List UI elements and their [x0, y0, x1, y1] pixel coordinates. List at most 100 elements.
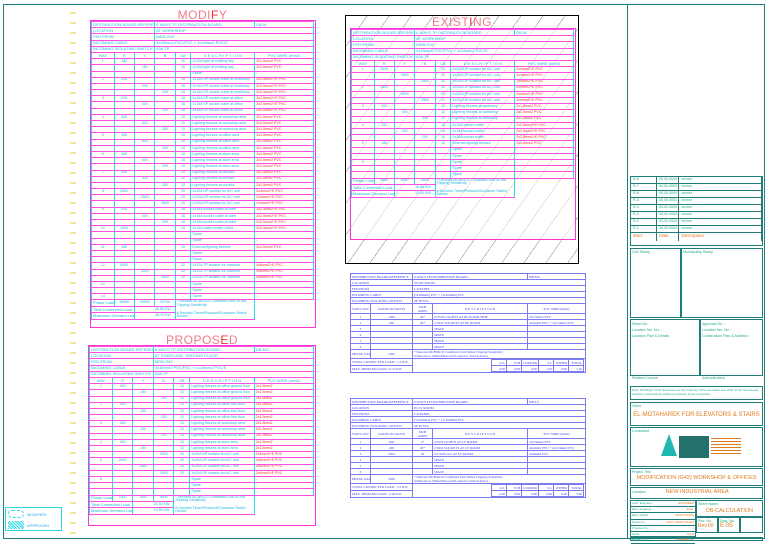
maxd-label: MAX. DEMAND LOAD	[352, 492, 387, 496]
rev-cell: xxxxxx	[679, 226, 762, 232]
rev-cell: R-2	[631, 219, 658, 225]
summary-value: 2.50	[491, 490, 508, 497]
load-summary-table: A/C W.H COOKER S.L OTHER TOTAL 2.50 0.00 0.00 0.6…	[491, 484, 584, 497]
legend-modified: MODIFIED	[27, 512, 47, 517]
revision-row: R-4 00.00.0000 xxxxxx	[631, 205, 762, 212]
notes: * Denotes MCB/RCD Combined Unit 30mA Tri…	[412, 349, 586, 359]
maxd-cell: MAX. DEMAND LOAD : 0.72 KW	[349, 365, 414, 373]
project-title: MODIFICATION (G42) WORKSHOP & OFFICES	[636, 475, 757, 481]
rev-cell: R-6	[631, 191, 658, 197]
summary-value: 0.00	[521, 490, 539, 497]
rev-cell: R-4	[631, 205, 658, 211]
rev-cell: R-5	[631, 198, 658, 204]
rev-cell: xxxxxx	[679, 205, 762, 211]
column-header: WAYS CKT	[350, 428, 371, 439]
civil-stamp-box: Civil Stamp	[630, 248, 681, 318]
rev-no-box: Rev. No. Rev.00	[696, 517, 718, 533]
field-label: Arch. Engineer	[632, 501, 652, 505]
rev-cell: 00.00.0000	[657, 184, 680, 190]
rev-head-cell: Description	[679, 233, 762, 241]
permit-right: Approval No. : Location Ser. No. : Constru…	[700, 319, 763, 380]
rev-cell: xxxxxx	[679, 198, 762, 204]
field-value: DRAFTSMAN	[675, 513, 694, 518]
summary-cell: A/C W.H COOKER S.L OTHER TOTAL 0.00 0.00 0.00 1.2…	[412, 358, 586, 373]
summary-value: 1.20	[568, 365, 584, 372]
note: * Denotes MCB/RCD Combined Unit 30 mA Tr…	[436, 178, 507, 186]
note: * Denotes MCB/RCD Combined Unit 30 mA Tr…	[175, 495, 245, 503]
project-box: Project Title MODIFICATION (G42) WORKSHOP…	[630, 468, 763, 486]
cloud-symbol-icon	[8, 510, 24, 518]
field-value: ENGINEER	[678, 501, 694, 505]
field-label: Checked by	[632, 525, 648, 530]
summary-value: 0.00	[506, 490, 523, 497]
rev-cell: 00.00.0000	[657, 219, 680, 225]
hatch-symbol-icon	[8, 521, 24, 529]
summary-value: 0.00	[521, 365, 539, 372]
column-header: PVC WIRE (mm2)	[527, 428, 586, 439]
column-header: LOADS IN WATTS	[369, 303, 414, 314]
rev-cell: 00.00.0000	[657, 212, 680, 218]
cloud-revision-line	[70, 8, 76, 536]
db-lv-table: DISTRIBUTION BOARD REFERENCE 6 WAYS TP DI…	[349, 398, 586, 498]
total-value: 1.2 KW	[396, 360, 408, 364]
revision-row: R-1 00.00.0000 xxxxxx	[631, 226, 762, 233]
summary-cell: A/C W.H COOKER S.L OTHER TOTAL 2.50 0.00 0.00 0.6…	[412, 483, 586, 498]
db-calc-table: DISTRIBUTION BOARD REFERENCE 6 WAYS TP DI…	[349, 398, 586, 498]
rev-head-cell: Date	[657, 233, 680, 241]
total-value: 3.3 KW	[396, 485, 408, 489]
legend: MODIFIED APPROVED	[5, 507, 62, 531]
total-cell: TOTAL CONNECTED LOAD : 3.3 KW	[349, 483, 414, 491]
proposed-panel: DISTRIBUTION BOARD REFERENCE6 WAYS TP DI…	[88, 345, 316, 526]
notes: * Denotes MCB/RCD Combined Unit 30mA Tri…	[412, 474, 586, 484]
load-summary-table: A/C W.H COOKER S.L OTHER TOTAL 0.00 0.00 0.00 1.2…	[491, 359, 584, 372]
footer-box: Dgn. No. 0000	[630, 537, 763, 541]
copyright-note: Note: Drawings in this document are the …	[630, 386, 763, 400]
total-cell: TOTAL CONNECTED LOAD : 1.2 KW	[349, 358, 414, 366]
blank-box	[740, 517, 763, 533]
client-box: Client EL-MOTAHAREK FOR ELEVATORS & STAIR…	[630, 402, 763, 426]
revision-table: R-8 00.00.0000 xxxxxx R-7 00.00.0000 xxxxxx R-…	[630, 176, 763, 246]
revision-row: R-2 00.00.0000 xxxxxx	[631, 219, 762, 226]
existing-title: EXISTING	[431, 15, 493, 29]
rev-cell: xxxxxx	[679, 212, 762, 218]
municipality-stamp-box: Municipality Stamp	[681, 248, 763, 318]
location-name: NEW INDUSTRIAL AREA	[665, 489, 729, 495]
rev-cell: 00.00.0000	[657, 191, 680, 197]
summary-value: 0.00	[506, 365, 523, 372]
column-header: WAYS CKT	[350, 303, 371, 314]
summary-value: 0.60	[538, 490, 554, 497]
rev-head-cell: Mod.	[631, 233, 658, 241]
title-block: R-8 00.00.0000 xxxxxx R-7 00.00.0000 xxxxxx R-…	[627, 4, 765, 544]
note: # Denotes to Timer/Photocell/Contactor S…	[414, 479, 489, 483]
wire: -	[253, 488, 315, 496]
consultant-box: Consultant	[630, 427, 763, 467]
modify-db-table: DISTRIBUTION BOARD REFERENCE6 WAYS TP DI…	[90, 20, 314, 320]
db-calc-table: DISTRIBUTION BOARD REFERENCE 6 WAYS TP DI…	[349, 273, 586, 373]
phase-label: PHASE LOAD	[350, 349, 371, 359]
client-name: EL-MOTAHAREK FOR ELEVATORS & STAIRS	[633, 412, 760, 418]
wire: -	[514, 171, 574, 179]
consultant-logo-icon	[661, 434, 677, 456]
field-value: ENG.	[686, 507, 694, 512]
field-label: Elec. Engineer	[632, 507, 652, 512]
phase-value: 3300	[369, 474, 414, 484]
rev-cell: 00.00.0000	[657, 205, 680, 211]
rev-cell: xxxxxx	[679, 219, 762, 225]
rev-cell: xxxxxx	[679, 191, 762, 197]
summary-value: 0.00	[491, 365, 508, 372]
legend-approved: APPROVED	[27, 523, 50, 528]
fields-table: Arch. Engineer ENGINEER Elec. Engineer ENG.…	[630, 500, 696, 544]
total-label: TOTAL CONNECTED LOAD :	[352, 485, 397, 489]
sheet-name-box: Sheet Name DB CALCULATION	[696, 500, 763, 517]
maxd-value: 0.72 KW	[389, 367, 402, 371]
column-header: MCB AMPS	[412, 428, 434, 439]
note: * Denotes MCB/RCD Combined Unit 30 mA Tr…	[176, 299, 247, 308]
rev-cell: R-3	[631, 212, 658, 218]
wire: -	[254, 293, 314, 301]
column-header: D E S C R I P T I O N	[432, 428, 528, 439]
revision-row: R-6 00.00.0000 xxxxxx	[631, 191, 762, 198]
rev-cell: 00.00.0000	[657, 198, 680, 204]
revision-row: R-5 00.00.0000 xxxxxx	[631, 198, 762, 205]
phase-value: 1200	[369, 349, 414, 359]
maxd-label: Maximum Demand Load	[351, 190, 395, 198]
